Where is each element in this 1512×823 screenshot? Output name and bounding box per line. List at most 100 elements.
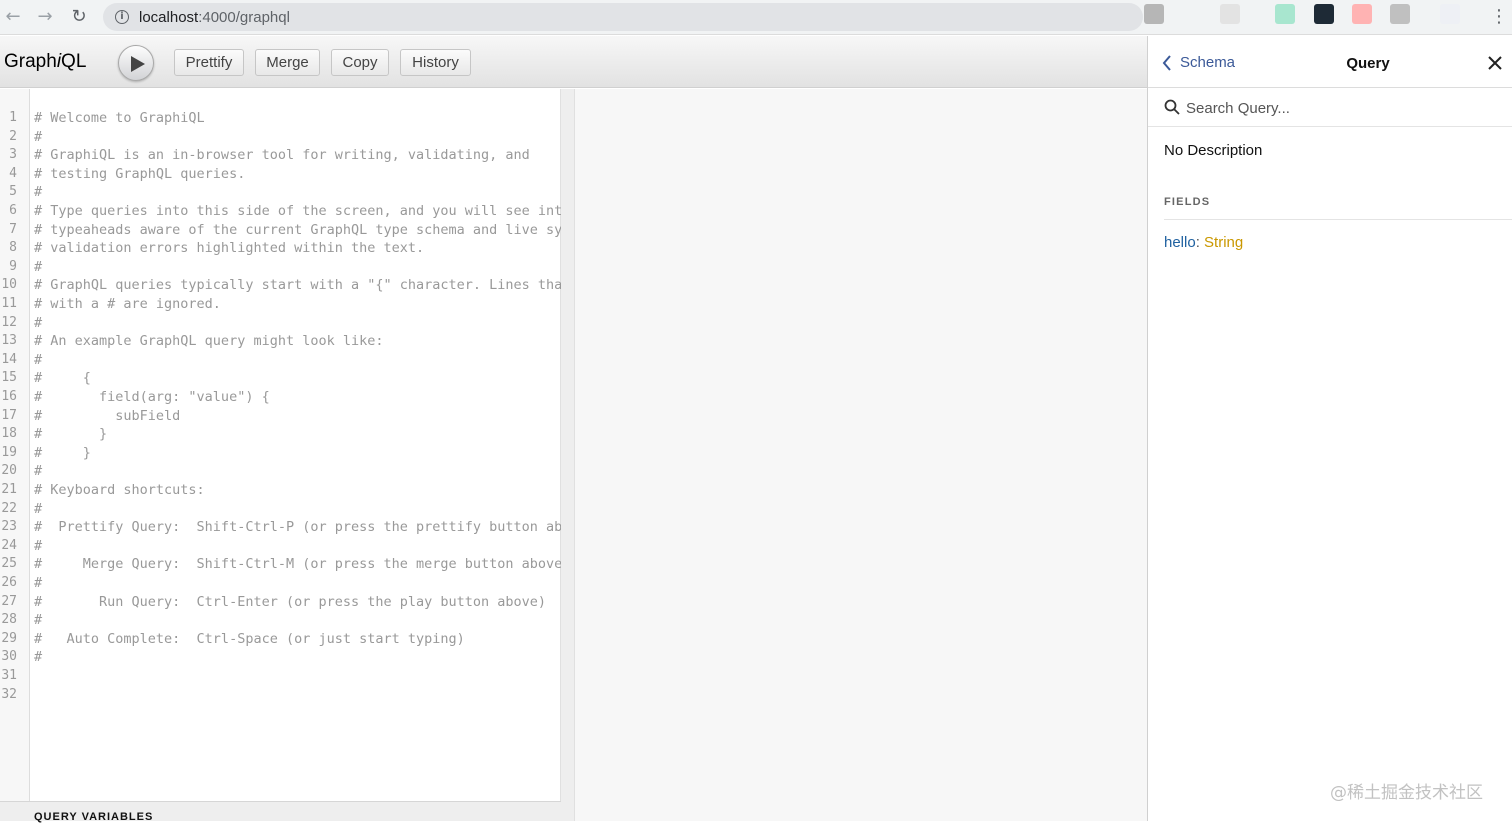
code-line: # } (34, 444, 91, 461)
line-number: 30 (1, 649, 17, 665)
line-number: 8 (9, 240, 17, 256)
line-number: 16 (1, 389, 17, 404)
query-editor[interactable]: 1 2 3 4 5 6 7 8 9 10 11 12 13 14 15 16 17 18 19 20 21 22 23 24 2… (0, 89, 561, 801)
code-line: # (34, 500, 43, 517)
field-item: hello: String (1164, 234, 1243, 251)
history-button[interactable]: History (400, 49, 471, 76)
execute-query-button[interactable] (118, 45, 154, 81)
doc-search (1148, 89, 1512, 127)
code-line: # Auto Complete: Ctrl-Space (or just sta… (34, 630, 465, 647)
fields-heading: FIELDS (1164, 196, 1512, 220)
code-line: # GraphiQL is an in-browser tool for wri… (34, 147, 530, 164)
code-line: # Keyboard shortcuts: (34, 482, 205, 498)
code-line: # (34, 575, 43, 591)
line-number: 26 (1, 575, 17, 590)
field-separator: : (1195, 234, 1205, 251)
code-line: # (34, 351, 43, 368)
line-number: 5 (9, 184, 17, 200)
prettify-button[interactable]: Prettify (174, 49, 244, 76)
line-number: 17 (1, 407, 17, 423)
extension-icon[interactable] (1314, 4, 1334, 24)
doc-search-input[interactable] (1184, 96, 1484, 120)
line-number: 7 (9, 221, 17, 237)
url-host: localhost (139, 9, 199, 26)
editor-resize-divider[interactable] (561, 89, 575, 821)
extension-icon[interactable] (1220, 4, 1240, 24)
line-number: 13 (1, 333, 17, 349)
code-line: # (34, 649, 43, 666)
line-number: 19 (1, 444, 17, 460)
line-number: 21 (1, 482, 17, 497)
graphiql-toolbar: GraphiQL Prettify Merge Copy History (0, 36, 1147, 88)
code-line: # An example GraphQL query might look li… (34, 333, 384, 350)
line-number: 15 (1, 370, 17, 386)
url-text[interactable]: localhost:4000/graphql (139, 9, 290, 26)
extension-icon[interactable] (1440, 4, 1460, 24)
extension-icon[interactable] (1352, 4, 1372, 24)
search-icon (1164, 99, 1180, 115)
line-number: 18 (1, 426, 17, 442)
line-number: 31 (1, 668, 17, 683)
query-variables-bar[interactable]: QUERY VARIABLES (0, 801, 561, 823)
line-number: 20 (1, 463, 17, 479)
watermark: @稀土掘金技术社区 (1330, 783, 1483, 803)
query-variables-label: QUERY VARIABLES (34, 811, 154, 823)
line-number: 9 (9, 258, 17, 274)
forward-arrow-icon[interactable]: → (34, 6, 56, 28)
line-number: 22 (1, 500, 17, 516)
code-line: # (34, 258, 43, 275)
doc-explorer-header: Schema Query (1148, 36, 1512, 88)
browser-toolbar: ← → ↻ i localhost:4000/graphql ⋮ (0, 0, 1512, 35)
line-number: 3 (9, 147, 17, 163)
doc-explorer: Schema Query No Description FIELDS hello… (1147, 36, 1512, 821)
line-number: 28 (1, 612, 17, 628)
field-type-link[interactable]: String (1204, 234, 1243, 251)
schema-back-label: Schema (1180, 54, 1236, 71)
code-line: # (34, 128, 43, 145)
code-line: # (34, 537, 43, 554)
extension-icon[interactable] (1390, 4, 1410, 24)
code-line: # subField (34, 407, 181, 424)
code-line: # Welcome to GraphiQL (34, 110, 205, 126)
line-number: 4 (9, 165, 17, 181)
graphiql-logo: GraphiQL (4, 51, 87, 72)
code-line: # validation errors highlighted within t… (34, 240, 425, 257)
field-name-link[interactable]: hello (1164, 234, 1196, 251)
code-line: # } (34, 426, 108, 443)
merge-button[interactable]: Merge (255, 49, 320, 76)
line-number: 14 (1, 351, 17, 367)
line-number: 27 (1, 593, 17, 609)
extension-icon[interactable] (1275, 4, 1295, 24)
line-number: 11 (1, 296, 17, 311)
code-line: # with a # are ignored. (34, 296, 221, 312)
close-icon[interactable] (1488, 56, 1502, 75)
play-icon (131, 56, 145, 72)
code-line: # Type queries into this side of the scr… (34, 203, 561, 219)
reload-icon[interactable]: ↻ (68, 6, 90, 28)
copy-button[interactable]: Copy (331, 49, 389, 76)
extension-icon[interactable] (1144, 4, 1164, 24)
line-number: 23 (1, 519, 17, 535)
site-info-icon[interactable]: i (115, 10, 129, 24)
code-line: # (34, 463, 43, 480)
browser-menu-icon[interactable]: ⋮ (1490, 6, 1508, 28)
code-line: # typeaheads aware of the current GraphQ… (34, 221, 561, 238)
line-number: 2 (9, 128, 17, 144)
code-line: # Prettify Query: Shift-Ctrl-P (or press… (34, 519, 561, 536)
doc-explorer-title: Query (1346, 55, 1390, 72)
address-bar[interactable]: i localhost:4000/graphql (103, 3, 1143, 31)
line-number: 12 (1, 314, 17, 330)
code-line: # field(arg: "value") { (34, 389, 270, 405)
code-line: # (34, 612, 43, 629)
line-number: 6 (9, 203, 17, 218)
code-line: # (34, 314, 43, 331)
line-number: 1 (9, 110, 17, 125)
line-number: 32 (1, 686, 17, 702)
line-number: 10 (1, 277, 17, 293)
back-arrow-icon[interactable]: ← (2, 6, 24, 28)
url-path: :4000/graphql (198, 9, 290, 26)
type-description: No Description (1164, 142, 1263, 159)
code-line: # (34, 184, 43, 201)
